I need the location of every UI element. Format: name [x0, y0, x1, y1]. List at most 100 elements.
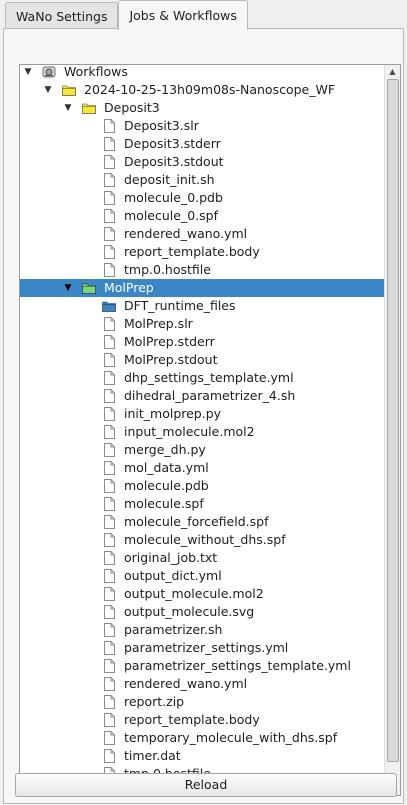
file-icon: [102, 443, 116, 457]
tree-item-label: molecule_without_dhs.spf: [124, 532, 286, 547]
tree-item-label: temporary_molecule_with_dhs.spf: [124, 730, 338, 745]
workflow-tree[interactable]: ▼ Workflows ▼ 2024-10-25-13h09m08s-Nanoscop…: [19, 64, 401, 796]
tree-item-label: output_molecule.mol2: [124, 586, 264, 601]
tree-file[interactable]: output_dict.yml: [20, 567, 385, 585]
tree-root-workflows[interactable]: ▼ Workflows: [20, 65, 385, 81]
file-icon: [102, 317, 116, 331]
tree-file[interactable]: deposit_init.sh: [20, 171, 385, 189]
tree-item-label: mol_data.yml: [124, 460, 209, 475]
tree-item-label: parametrizer_settings.yml: [124, 640, 289, 655]
file-icon: [102, 389, 116, 403]
tree-item-label: init_molprep.py: [124, 406, 222, 421]
tree-file[interactable]: MolPrep.slr: [20, 315, 385, 333]
tree-item-label: report.zip: [124, 694, 185, 709]
tree-item-label: tmp.0.hostfile: [124, 262, 211, 277]
tree-file[interactable]: init_molprep.py: [20, 405, 385, 423]
tree-file[interactable]: Deposit3.stderr: [20, 135, 385, 153]
tree-file[interactable]: parametrizer_settings_template.yml: [20, 657, 385, 675]
file-icon: [102, 713, 116, 727]
scrollbar-thumb[interactable]: [387, 79, 399, 762]
tree-file[interactable]: parametrizer_settings.yml: [20, 639, 385, 657]
tree-file[interactable]: report_template.body: [20, 711, 385, 729]
tree-item-deposit3[interactable]: ▼ Deposit3: [20, 99, 385, 117]
file-icon: [102, 587, 116, 601]
tree-file[interactable]: molecule_0.pdb: [20, 189, 385, 207]
tree-file[interactable]: molecule_without_dhs.spf: [20, 531, 385, 549]
tree-file[interactable]: timer.dat: [20, 747, 385, 765]
tree-file[interactable]: temporary_molecule_with_dhs.spf: [20, 729, 385, 747]
file-icon: [102, 623, 116, 637]
file-icon: [102, 245, 116, 259]
tree-item-label: MolPrep: [104, 280, 154, 295]
tree-file[interactable]: Deposit3.slr: [20, 117, 385, 135]
folder-icon: [82, 281, 96, 295]
tree-file[interactable]: rendered_wano.yml: [20, 675, 385, 693]
tree-item-label: timer.dat: [124, 748, 181, 763]
tree-item-label: parametrizer.sh: [124, 622, 223, 637]
tree-file[interactable]: merge_dh.py: [20, 441, 385, 459]
tree-file[interactable]: report.zip: [20, 693, 385, 711]
expand-arrow-down-icon[interactable]: ▼: [22, 65, 34, 81]
tree-item-molprep[interactable]: ▼ MolPrep: [20, 279, 385, 297]
tree-file[interactable]: molecule.spf: [20, 495, 385, 513]
file-icon: [102, 749, 116, 763]
tree-file[interactable]: dhp_settings_template.yml: [20, 369, 385, 387]
file-icon: [102, 533, 116, 547]
file-icon: [102, 695, 116, 709]
file-icon: [102, 371, 116, 385]
folder-icon: [62, 83, 76, 97]
tree-item-workflow-run[interactable]: ▼ 2024-10-25-13h09m08s-Nanoscope_WF: [20, 81, 385, 99]
folder-icon: [82, 101, 96, 115]
file-icon: [102, 335, 116, 349]
tree-file[interactable]: original_job.txt: [20, 549, 385, 567]
reload-button[interactable]: Reload: [15, 773, 397, 797]
tree-item-label: original_job.txt: [124, 550, 218, 565]
tree-file[interactable]: molecule_forcefield.spf: [20, 513, 385, 531]
tree-file[interactable]: output_molecule.mol2: [20, 585, 385, 603]
file-icon: [102, 191, 116, 205]
expand-arrow-down-icon[interactable]: ▼: [62, 279, 74, 297]
tree-file[interactable]: tmp.0.hostfile: [20, 261, 385, 279]
tree-file[interactable]: Deposit3.stdout: [20, 153, 385, 171]
tree-item-label: rendered_wano.yml: [124, 676, 248, 691]
scroll-up-arrow-icon[interactable]: ▲: [385, 65, 400, 79]
expand-arrow-down-icon[interactable]: ▼: [42, 81, 54, 99]
tab-bar: WaNo Settings Jobs & Workflows: [5, 0, 248, 30]
tree-item-label: merge_dh.py: [124, 442, 206, 457]
tree-file[interactable]: output_molecule.svg: [20, 603, 385, 621]
vertical-scrollbar[interactable]: ▲ ▼: [384, 65, 400, 795]
file-icon: [102, 155, 116, 169]
file-icon: [102, 137, 116, 151]
tree-item-label: Deposit3.stderr: [124, 136, 221, 151]
file-icon: [102, 659, 116, 673]
tree-item-label: molecule.spf: [124, 496, 204, 511]
file-icon: [102, 497, 116, 511]
file-icon: [102, 353, 116, 367]
folder-icon: [102, 299, 116, 313]
expand-arrow-down-icon[interactable]: ▼: [62, 99, 74, 117]
tab-wano-settings[interactable]: WaNo Settings: [5, 2, 119, 30]
tree-item-label: MolPrep.slr: [124, 316, 193, 331]
file-icon: [102, 641, 116, 655]
tree-file[interactable]: MolPrep.stdout: [20, 351, 385, 369]
tree-rows: ▼ Workflows ▼ 2024-10-25-13h09m08s-Nanoscop…: [20, 65, 385, 795]
tree-file[interactable]: input_molecule.mol2: [20, 423, 385, 441]
tree-file[interactable]: dihedral_parametrizer_4.sh: [20, 387, 385, 405]
tree-file[interactable]: molecule.pdb: [20, 477, 385, 495]
tree-item-label: molecule_0.pdb: [124, 190, 223, 205]
tree-file[interactable]: mol_data.yml: [20, 459, 385, 477]
tree-item-label: MolPrep.stdout: [124, 352, 218, 367]
tree-file[interactable]: molecule_0.spf: [20, 207, 385, 225]
tree-item-label: molecule.pdb: [124, 478, 209, 493]
file-icon: [102, 119, 116, 133]
tree-item-label: output_dict.yml: [124, 568, 222, 583]
tree-file[interactable]: parametrizer.sh: [20, 621, 385, 639]
tree-folder[interactable]: DFT_runtime_files: [20, 297, 385, 315]
tree-item-label: Deposit3.slr: [124, 118, 199, 133]
tree-item-label: molecule_0.spf: [124, 208, 218, 223]
tree-file[interactable]: rendered_wano.yml: [20, 225, 385, 243]
tree-file[interactable]: report_template.body: [20, 243, 385, 261]
tab-jobs-workflows[interactable]: Jobs & Workflows: [118, 0, 248, 30]
tree-item-label: output_molecule.svg: [124, 604, 255, 619]
tree-file[interactable]: MolPrep.stderr: [20, 333, 385, 351]
